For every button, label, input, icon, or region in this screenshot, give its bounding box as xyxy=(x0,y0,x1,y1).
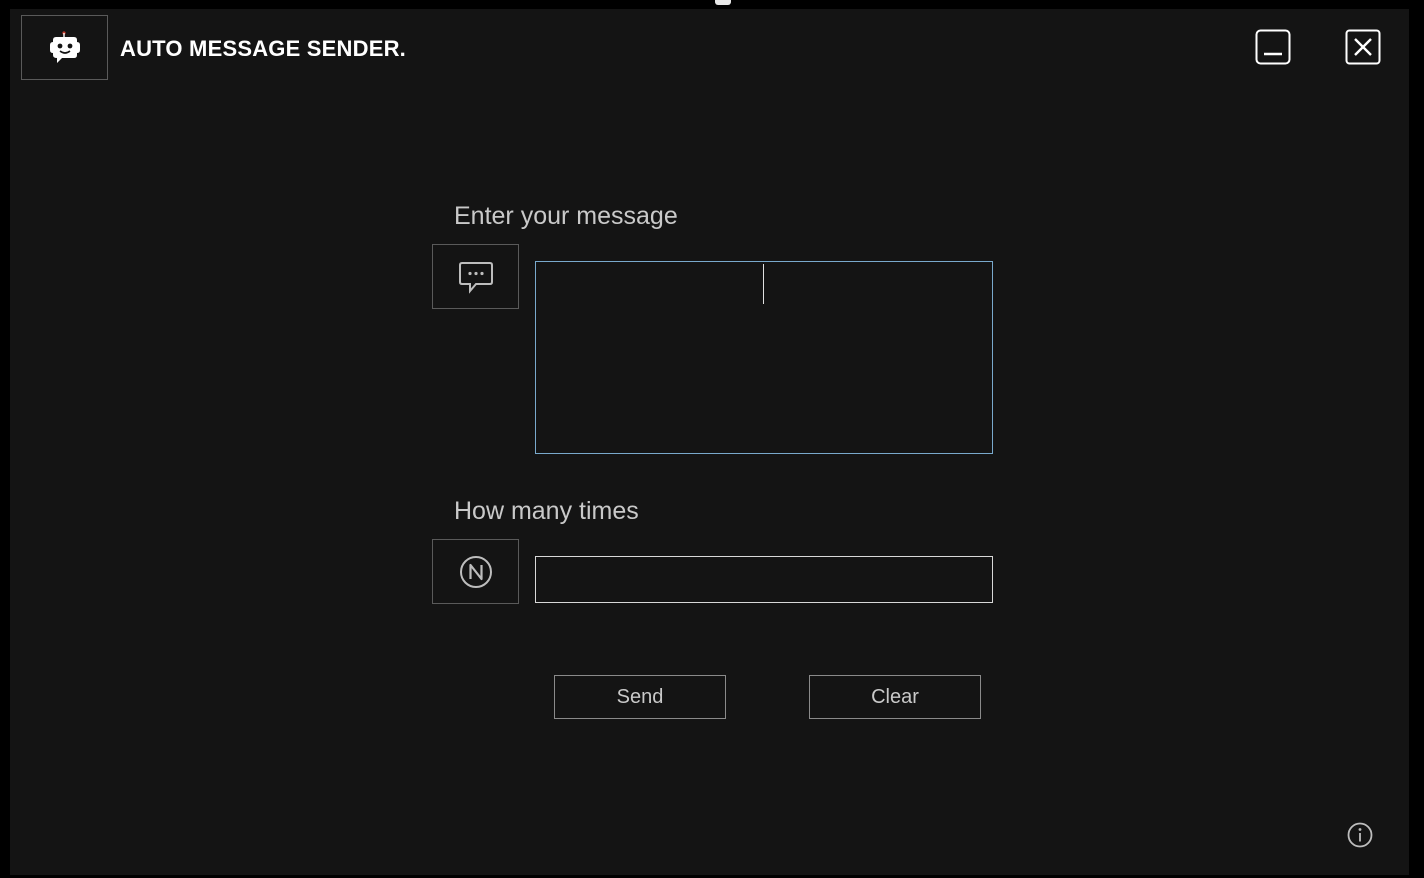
app-window: AUTO MESSAGE SENDER. Enter your message … xyxy=(10,9,1409,875)
close-button[interactable] xyxy=(1345,29,1381,65)
message-label: Enter your message xyxy=(454,202,678,230)
info-button[interactable] xyxy=(1346,821,1374,849)
text-caret xyxy=(763,264,764,304)
count-icon-box xyxy=(432,539,519,604)
send-button[interactable]: Send xyxy=(554,675,726,719)
chat-bubble-icon xyxy=(458,261,493,294)
info-icon xyxy=(1347,822,1373,848)
clear-button[interactable]: Clear xyxy=(809,675,981,719)
close-icon xyxy=(1345,29,1381,65)
minimize-button[interactable] xyxy=(1255,29,1291,65)
app-title: AUTO MESSAGE SENDER. xyxy=(120,36,406,61)
circled-n-icon xyxy=(459,555,492,588)
message-icon-box xyxy=(432,244,519,309)
app-logo xyxy=(21,15,108,80)
top-notch-marker xyxy=(715,0,731,5)
minimize-icon xyxy=(1255,29,1291,65)
message-textarea[interactable] xyxy=(535,261,993,454)
count-input[interactable] xyxy=(535,556,993,603)
count-label: How many times xyxy=(454,497,639,525)
robot-face-icon xyxy=(49,30,80,63)
